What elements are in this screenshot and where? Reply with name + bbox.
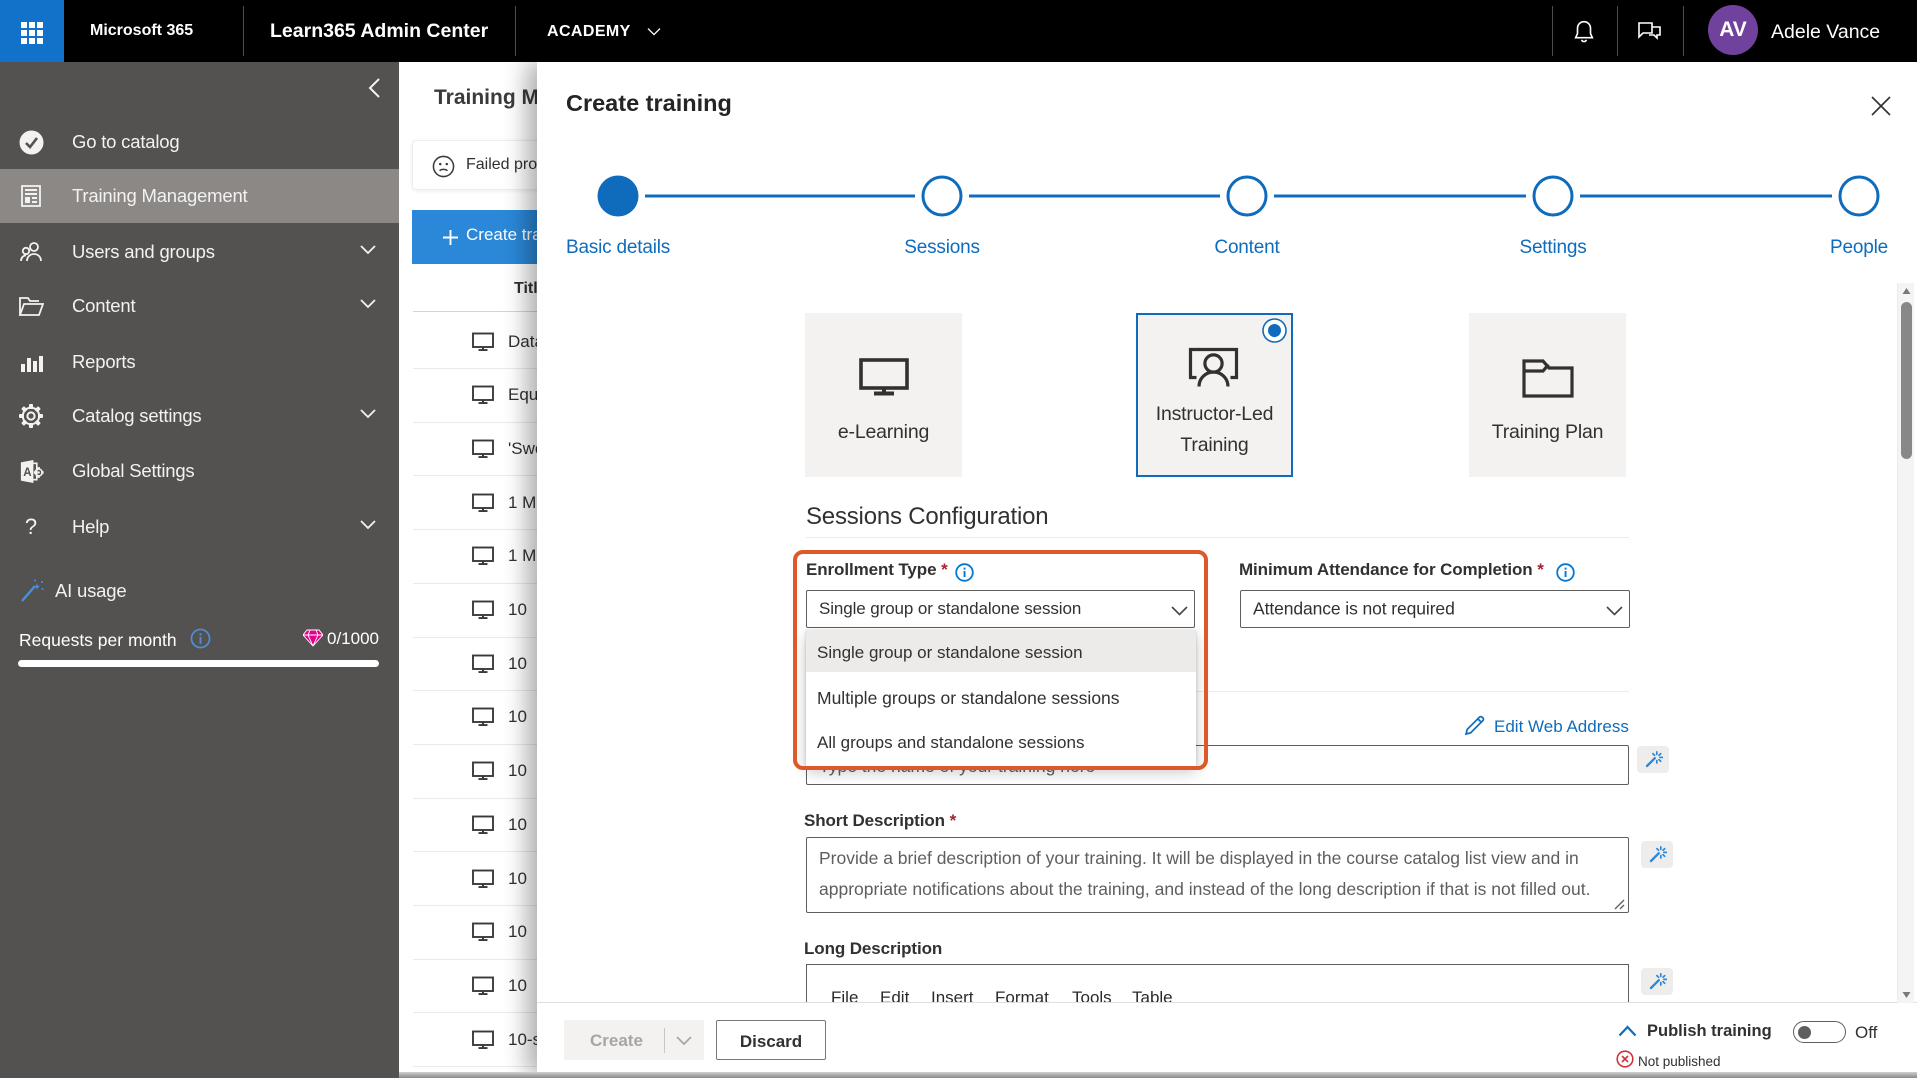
svg-text:A: A <box>23 466 32 478</box>
